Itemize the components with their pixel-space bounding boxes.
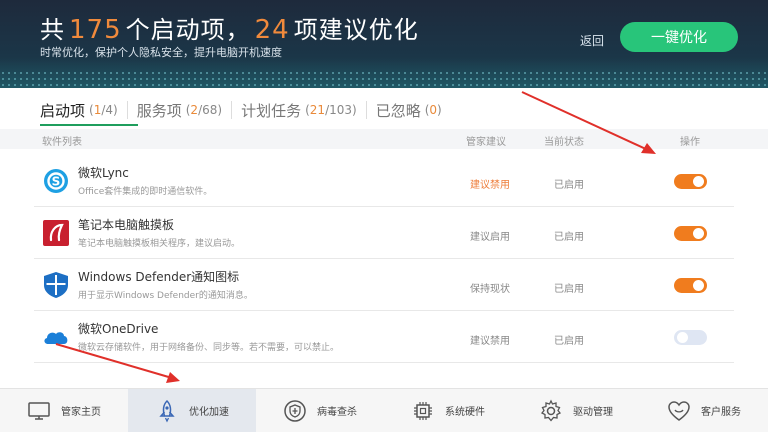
tab-count-highlight: 0 xyxy=(429,103,438,117)
toggle-knob xyxy=(693,228,704,239)
tab-count-highlight: 2 xyxy=(190,103,199,117)
toggle-knob xyxy=(677,332,688,343)
toggle-knob xyxy=(693,176,704,187)
chip-icon xyxy=(414,401,432,420)
skype-icon: S xyxy=(44,169,68,193)
tab-count-highlight: 21 xyxy=(309,103,326,117)
software-description: 笔记本电脑触摸板相关程序，建议启动。 xyxy=(78,239,241,249)
column-advice: 管家建议 xyxy=(466,137,506,148)
advice-text: 建议禁用 xyxy=(470,336,510,347)
column-status: 当前状态 xyxy=(544,137,584,148)
shield-plus-icon xyxy=(284,399,306,422)
tab-count-total: 4 xyxy=(105,103,114,117)
tab-ignored[interactable]: 已忽略 (0) xyxy=(376,100,442,121)
tab-label: 已忽略 xyxy=(375,101,421,120)
software-description: Office套件集成的即时通信软件。 xyxy=(78,187,213,197)
startup-toggle[interactable] xyxy=(674,226,707,241)
tab-count: (2/68) xyxy=(185,103,223,117)
status-text: 已启用 xyxy=(554,284,584,295)
startup-toggle[interactable] xyxy=(674,174,707,189)
table-row: 微软OneDrive 微软云存储软件，用于网络备份、同步等。若不需要，可以禁止。… xyxy=(34,311,734,363)
tab-startup-items[interactable]: 启动项 (1/4) xyxy=(40,100,118,121)
tab-count: (1/4) xyxy=(89,103,118,117)
tab-divider xyxy=(365,101,367,119)
table-row: S 微软Lync Office套件集成的即时通信软件。 建议禁用 已启用 xyxy=(34,155,734,207)
tab-count: (21/103) xyxy=(305,103,357,117)
nav-hardware[interactable]: 系统硬件 xyxy=(384,389,512,432)
nav-optimize[interactable]: 优化加速 xyxy=(128,389,256,432)
defender-shield-icon xyxy=(44,272,68,298)
headline-middle: 个启动项， xyxy=(125,16,251,44)
back-link[interactable]: 返回 xyxy=(580,32,604,49)
headline-suffix: 项建议优化 xyxy=(293,16,419,44)
advice-text: 建议启用 xyxy=(470,232,510,243)
nav-home[interactable]: 管家主页 xyxy=(0,389,128,432)
category-tabs: 启动项 (1/4) 服务项 (2/68) 计划任务 (21/103) 已忽略 (… xyxy=(40,98,442,122)
nav-label: 系统硬件 xyxy=(445,407,485,418)
nav-virus-scan[interactable]: 病毒查杀 xyxy=(256,389,384,432)
status-text: 已启用 xyxy=(554,232,584,243)
suggest-count: 24 xyxy=(254,15,290,45)
software-description: 用于显示Windows Defender的通知消息。 xyxy=(78,291,253,301)
page-headline: 共 175 个启动项， 24 项建议优化 xyxy=(40,10,419,45)
table-row: Windows Defender通知图标 用于显示Windows Defende… xyxy=(34,259,734,311)
status-text: 已启用 xyxy=(554,336,584,347)
tab-count-total: 103 xyxy=(329,103,353,117)
software-name: 微软OneDrive xyxy=(78,322,159,336)
page-subtitle: 时常优化，保护个人隐私安全，提升电脑开机速度 xyxy=(40,46,282,59)
bottom-nav: 管家主页 优化加速 病毒查杀 系统硬件 驱动管理 客户服务 xyxy=(0,388,768,432)
rocket-icon xyxy=(159,399,175,422)
status-text: 已启用 xyxy=(554,180,584,191)
annotation-arrowhead xyxy=(166,372,180,383)
one-click-optimize-button[interactable]: 一键优化 xyxy=(620,22,738,52)
tab-service-items[interactable]: 服务项 (2/68) xyxy=(137,100,222,121)
nav-label: 管家主页 xyxy=(61,407,101,418)
header-dot-pattern xyxy=(0,70,768,86)
tab-label: 计划任务 xyxy=(241,101,302,120)
tab-scheduled-tasks[interactable]: 计划任务 (21/103) xyxy=(241,100,357,121)
nav-label: 优化加速 xyxy=(189,407,229,418)
heart-icon xyxy=(668,400,690,421)
tab-count-highlight: 1 xyxy=(93,103,102,117)
tab-count: (0) xyxy=(424,103,442,117)
tab-label: 服务项 xyxy=(136,101,182,120)
advice-text: 建议禁用 xyxy=(470,180,510,191)
table-row: 笔记本电脑触摸板 笔记本电脑触摸板相关程序，建议启动。 建议启用 已启用 xyxy=(34,207,734,259)
monitor-icon xyxy=(28,401,50,420)
nav-label: 病毒查杀 xyxy=(317,407,357,418)
touchpad-icon xyxy=(43,220,69,246)
software-name: Windows Defender通知图标 xyxy=(78,270,240,284)
startup-toggle[interactable] xyxy=(674,278,707,293)
tab-label: 启动项 xyxy=(40,101,86,120)
toggle-knob xyxy=(693,280,704,291)
gear-icon xyxy=(540,399,562,422)
svg-text:S: S xyxy=(52,175,61,189)
software-name: 微软Lync xyxy=(78,166,129,180)
nav-customer-service[interactable]: 客户服务 xyxy=(640,389,768,432)
tab-divider xyxy=(231,101,233,119)
tab-divider xyxy=(126,101,128,119)
column-software: 软件列表 xyxy=(42,137,82,148)
software-name: 笔记本电脑触摸板 xyxy=(78,218,175,232)
headline-prefix: 共 xyxy=(40,16,65,44)
startup-toggle[interactable] xyxy=(674,330,707,345)
header-banner: 共 175 个启动项， 24 项建议优化 时常优化，保护个人隐私安全，提升电脑开机速度 … xyxy=(0,0,768,88)
nav-label: 客户服务 xyxy=(701,407,741,418)
column-action: 操作 xyxy=(680,137,700,148)
nav-label: 驱动管理 xyxy=(573,407,613,418)
software-description: 微软云存储软件，用于网络备份、同步等。若不需要，可以禁止。 xyxy=(78,343,340,353)
advice-text: 保持现状 xyxy=(470,284,510,295)
startup-count: 175 xyxy=(69,15,122,45)
nav-driver-management[interactable]: 驱动管理 xyxy=(512,389,640,432)
tab-count-total: 68 xyxy=(202,103,218,117)
table-header: 软件列表 管家建议 当前状态 操作 xyxy=(0,129,768,149)
active-tab-underline xyxy=(40,124,138,126)
onedrive-cloud-icon xyxy=(44,332,68,344)
